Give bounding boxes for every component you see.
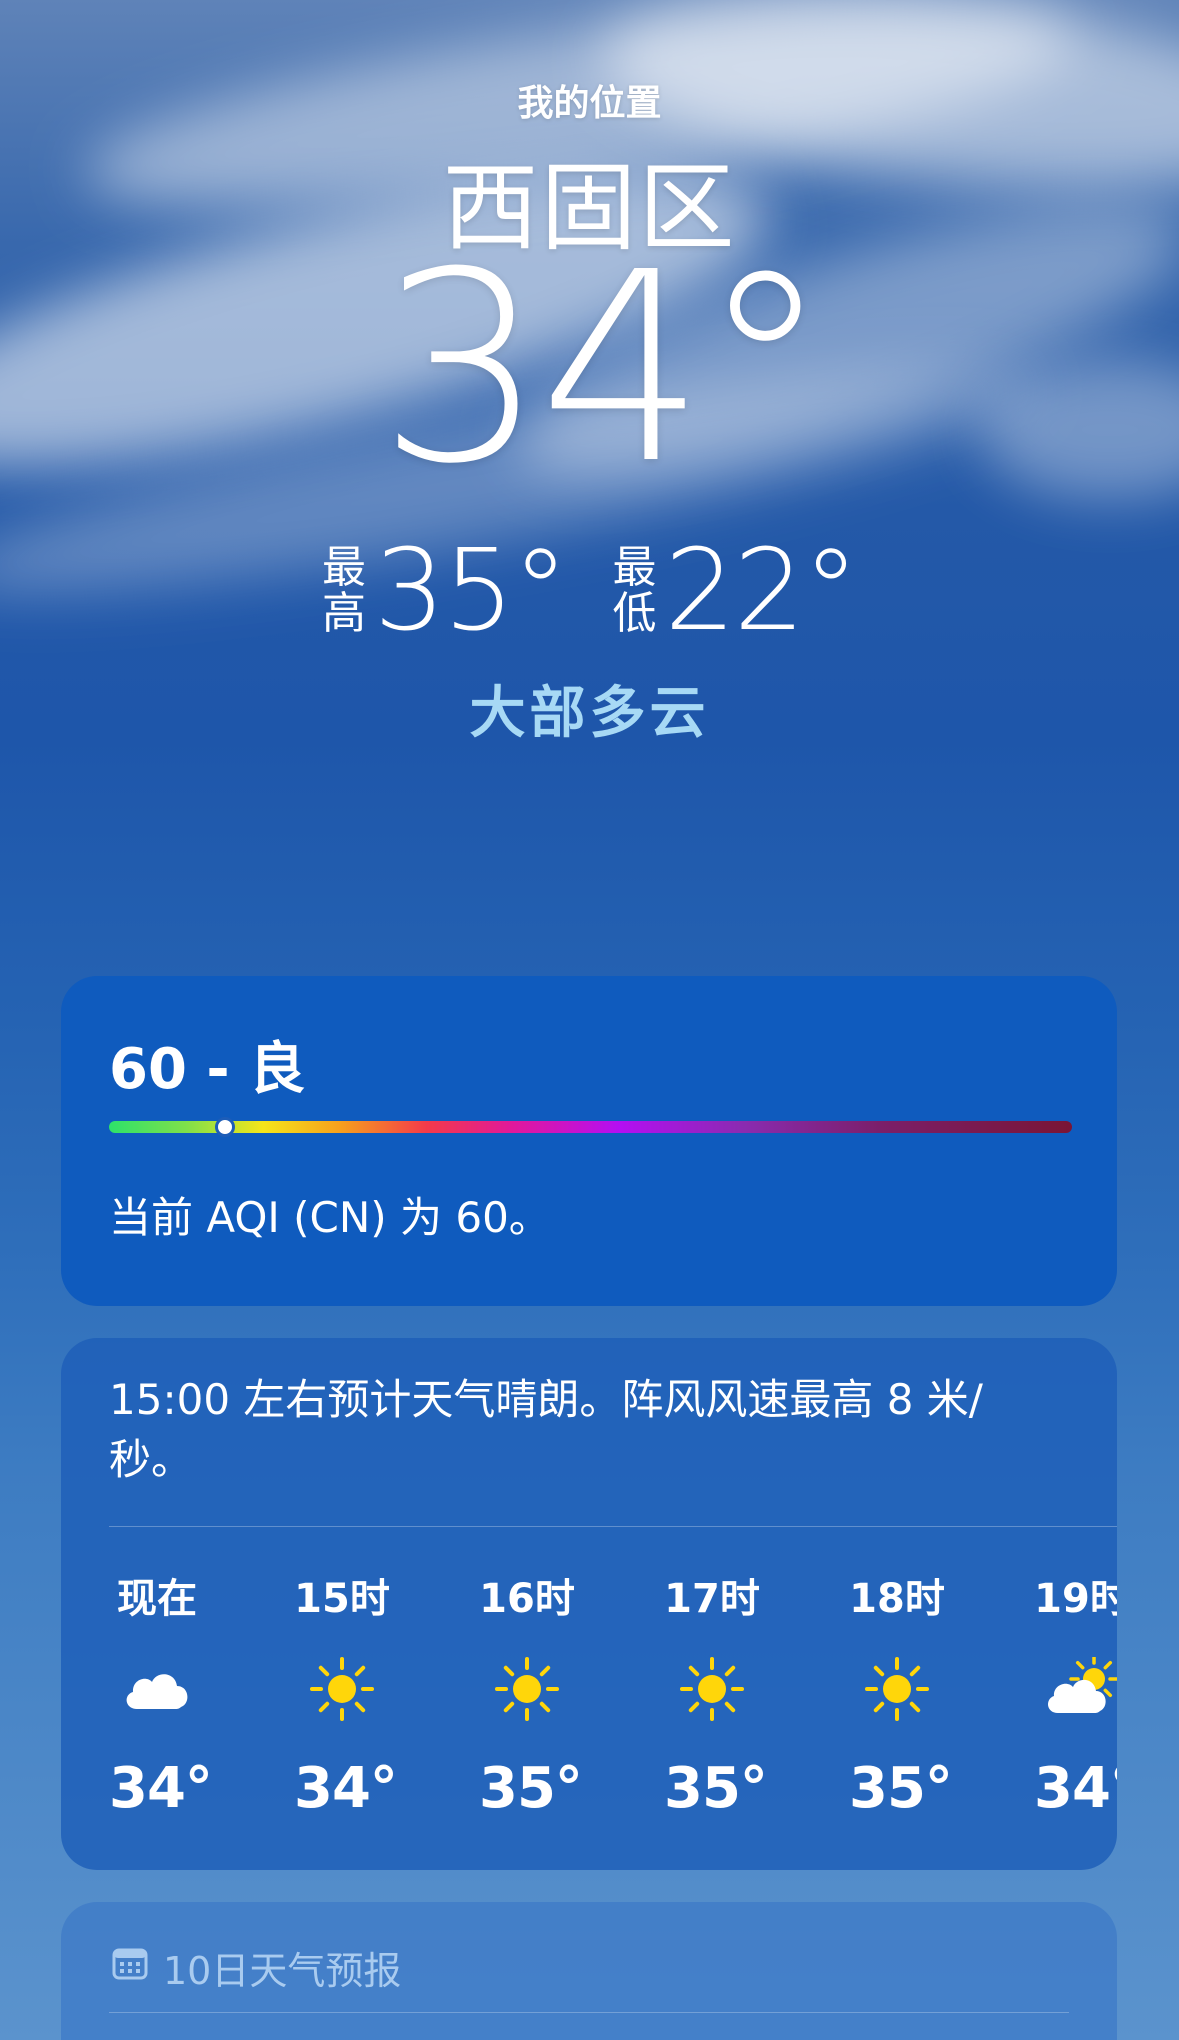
aqi-description: 当前 AQI (CN) 为 60。 [109, 1193, 551, 1242]
hour-item: 19时 34° [1034, 1566, 1117, 1821]
hour-item: 16时 35° [479, 1566, 583, 1821]
low-tag-char: 低 [612, 588, 657, 639]
calendar-icon [111, 1944, 149, 1991]
low-temp: 22° [664, 526, 860, 656]
hourly-scroll[interactable]: 现在 34° 15时 34° 16时 35° 17时 35° 18时 35° 19时 34° [109, 1566, 1117, 1846]
partly-cloudy-icon [1034, 1652, 1117, 1726]
forecast-title: 10日天气预报 [163, 1949, 402, 1993]
hourly-summary: 15:00 左右预计天气晴朗。阵风风速最高 8 米/秒。 [109, 1375, 983, 1484]
sun-icon [849, 1652, 945, 1726]
air-quality-card[interactable]: 60 - 良 当前 AQI (CN) 为 60。 [61, 976, 1117, 1306]
hour-item: 18时 35° [849, 1566, 953, 1821]
high-tag-char: 高 [321, 588, 366, 639]
hour-temp: 35° [849, 1756, 953, 1821]
high-temp-group: 最 高 35° [322, 526, 569, 656]
high-tag: 最 高 [322, 545, 366, 637]
aqi-indicator-dot [214, 1117, 235, 1137]
current-temperature: 34° [378, 216, 830, 521]
hour-temp: 34° [294, 1756, 398, 1821]
ten-day-forecast-card[interactable]: 10日天气预报 [61, 1902, 1117, 2040]
weather-screen: 我的位置 西固区 34° 最 高 35° 最 低 22° 大部多云 60 - 良… [0, 0, 1179, 2040]
hour-label: 18时 [849, 1576, 945, 1622]
sun-icon [479, 1652, 575, 1726]
hourly-forecast-card[interactable]: 15:00 左右预计天气晴朗。阵风风速最高 8 米/秒。 现在 34° 15时 34°… [61, 1338, 1117, 1870]
sun-icon [664, 1652, 760, 1726]
forecast-header: 10日天气预报 [111, 1940, 401, 1995]
divider [109, 2012, 1069, 2013]
hour-temp: 35° [664, 1756, 768, 1821]
low-tag-char: 最 [612, 542, 657, 593]
weather-condition: 大部多云 [469, 681, 710, 746]
high-low-row: 最 高 35° 最 低 22° [0, 535, 1179, 647]
hour-label: 17时 [664, 1576, 760, 1622]
high-temp: 35° [373, 526, 569, 656]
hour-temp: 34° [1034, 1756, 1117, 1821]
hour-item: 现在 34° [109, 1566, 213, 1821]
sun-icon [294, 1652, 390, 1726]
aqi-headline: 60 - 良 [109, 1037, 306, 1102]
aqi-scale-bar [109, 1121, 1072, 1133]
low-temp-group: 最 低 22° [613, 526, 860, 656]
hour-item: 17时 35° [664, 1566, 768, 1821]
hour-temp: 35° [479, 1756, 583, 1821]
hour-temp: 34° [109, 1756, 213, 1821]
high-tag-char: 最 [321, 542, 366, 593]
cloud-icon [109, 1652, 205, 1726]
hour-label: 19时 [1034, 1576, 1117, 1622]
divider [109, 1526, 1117, 1527]
hour-label: 16时 [479, 1576, 575, 1622]
hour-label: 15时 [294, 1576, 390, 1622]
low-tag: 最 低 [613, 545, 657, 637]
hour-label: 现在 [117, 1576, 197, 1622]
hour-item: 15时 34° [294, 1566, 398, 1821]
location-label: 我的位置 [517, 83, 662, 124]
